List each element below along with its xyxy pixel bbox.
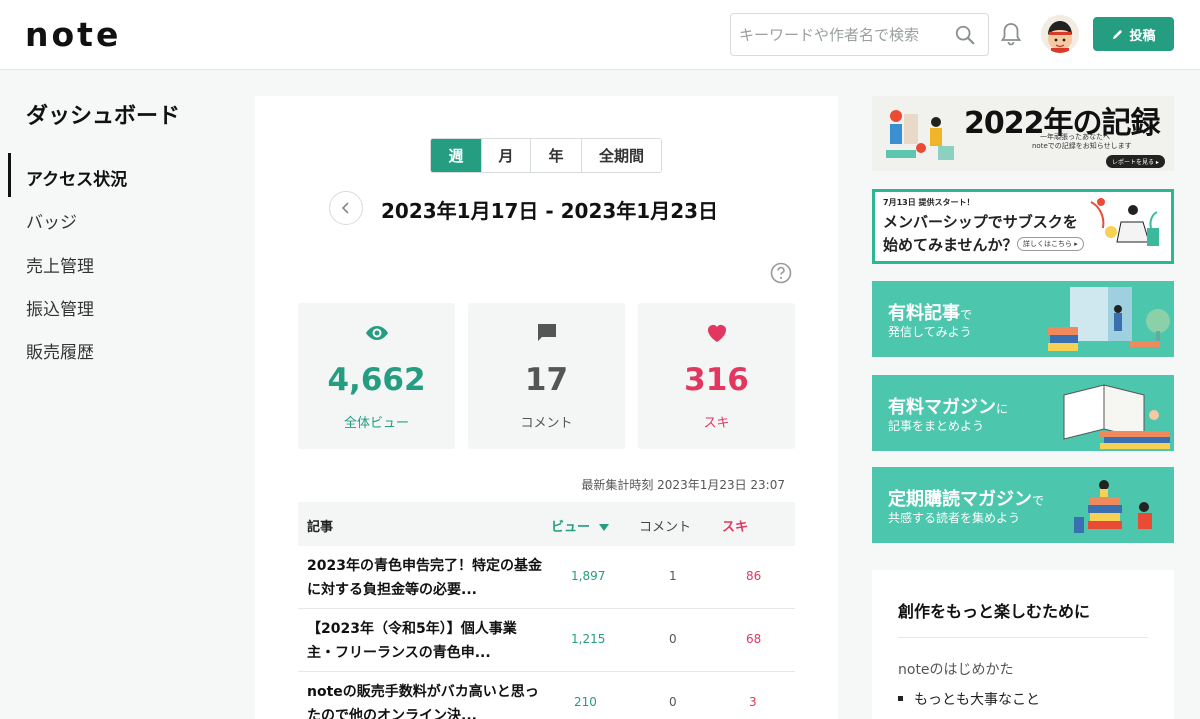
- article-views: 1,897: [571, 569, 606, 583]
- paid-magazine-title: 有料マガジンに: [888, 393, 1008, 419]
- comments-label: コメント: [520, 416, 573, 431]
- people-illustration: [886, 110, 954, 160]
- eye-icon: [365, 326, 388, 340]
- table-row[interactable]: 2023年の青色申告完了！特定の基金に対する負担金等の必要... 1,897 1…: [298, 546, 795, 609]
- books-illustration: [1048, 287, 1170, 351]
- article-comments: 0: [669, 695, 677, 709]
- table-row[interactable]: 【2023年（令和5年）】個人事業主・フリーランスの青色申... 1,215 0…: [298, 609, 795, 672]
- membership-tag: 7月13日 提供スタート！: [883, 198, 975, 207]
- search-box[interactable]: [730, 13, 989, 56]
- previous-period-button[interactable]: [329, 191, 363, 225]
- sidebar-item-sales[interactable]: 売上管理: [26, 252, 94, 277]
- article-title[interactable]: noteの販売手数料がバカ高いと思ったので他のオンライン決...: [307, 680, 542, 719]
- paid-article-banner[interactable]: 有料記事で 発信してみよう: [872, 281, 1174, 357]
- views-label: 全体ビュー: [343, 416, 409, 431]
- views-count: 4,662: [327, 362, 426, 398]
- table-header: 記事 ビュー コメント スキ: [298, 502, 795, 546]
- page-title: ダッシュボード: [26, 104, 181, 129]
- paid-magazine-banner[interactable]: 有料マガジンに 記事をまとめよう: [872, 375, 1174, 451]
- articles-table: 記事 ビュー コメント スキ 2023年の青色申告完了！特定の基金に対する負担金…: [298, 502, 795, 719]
- tab-month[interactable]: 月: [481, 139, 530, 172]
- post-button-label: 投稿: [1129, 28, 1156, 44]
- help-icon[interactable]: [770, 262, 792, 284]
- pencil-icon: [1113, 29, 1123, 39]
- active-indicator: [8, 153, 11, 197]
- record-2022-banner[interactable]: 2022年の記録 一年頑張ったあなたへ noteでの記録をお知らせします レポー…: [872, 96, 1174, 171]
- table-row[interactable]: noteの販売手数料がバカ高いと思ったので他のオンライン決... 210 0 3: [298, 672, 795, 719]
- enjoy-link[interactable]: もっとも大事なこと: [898, 689, 1040, 709]
- paid-article-title-text: 有料記事: [888, 303, 960, 324]
- col-comments[interactable]: コメント: [639, 516, 691, 535]
- search-icon[interactable]: [954, 24, 976, 46]
- readers-illustration: [1074, 480, 1152, 533]
- enjoy-creating-panel: 創作をもっと楽しむために noteのはじめかた もっとも大事なこと: [872, 570, 1174, 719]
- article-comments: 0: [669, 632, 677, 646]
- sidebar-item-badges[interactable]: バッジ: [26, 208, 77, 233]
- user-avatar[interactable]: [1041, 15, 1079, 53]
- article-comments: 1: [669, 569, 677, 583]
- paid-magazine-sub: 記事をまとめよう: [888, 419, 985, 433]
- likes-label: スキ: [703, 416, 730, 431]
- article-likes: 68: [746, 632, 762, 646]
- access-panel: 週 月 年 全期間 2023年1月17日 - 2023年1月23日 4,662 …: [255, 96, 838, 719]
- stat-comments: 17 コメント: [468, 303, 625, 449]
- tab-year[interactable]: 年: [530, 139, 581, 172]
- article-likes: 3: [749, 695, 757, 709]
- updated-time: 最新集計時刻 2023年1月23日 23:07: [581, 478, 785, 492]
- subscription-magazine-sub: 共感する読者を集めよう: [888, 511, 1021, 525]
- divider: [898, 637, 1148, 638]
- sidebar-item-access[interactable]: アクセス状況: [26, 165, 127, 190]
- subscription-magazine-title-text: 定期購読マガジン: [888, 489, 1032, 510]
- paid-magazine-title-text: 有料マガジン: [888, 397, 996, 418]
- subscription-magazine-title: 定期購読マガジンで: [888, 485, 1044, 511]
- open-book-illustration: [1063, 384, 1170, 449]
- article-likes: 86: [746, 569, 762, 583]
- enjoy-title: 創作をもっと楽しむために: [898, 602, 1091, 621]
- paid-article-title: 有料記事で: [888, 299, 972, 325]
- post-button[interactable]: 投稿: [1093, 17, 1174, 51]
- article-views: 210: [574, 695, 597, 709]
- date-range: 2023年1月17日 - 2023年1月23日: [381, 199, 719, 223]
- stat-views: 4,662 全体ビュー: [298, 303, 455, 449]
- col-views[interactable]: ビュー: [551, 516, 609, 535]
- note-logo[interactable]: note: [25, 18, 121, 51]
- subscription-magazine-banner[interactable]: 定期購読マガジンで 共感する読者を集めよう: [872, 467, 1174, 543]
- paid-article-title-suffix: で: [960, 308, 973, 322]
- heart-icon: [707, 325, 726, 342]
- enjoy-section-title: noteのはじめかた: [898, 662, 1014, 678]
- stat-likes: 316 スキ: [638, 303, 795, 449]
- likes-count: 316: [684, 362, 749, 398]
- sort-down-icon: [598, 523, 609, 531]
- period-tabs: 週 月 年 全期間: [430, 138, 662, 173]
- search-input[interactable]: [739, 23, 949, 47]
- tab-week[interactable]: 週: [431, 139, 481, 172]
- record-sub2: noteでの記録をお知らせします: [1032, 142, 1132, 150]
- membership-line1: メンバーシップでサブスクを: [883, 213, 1078, 231]
- comment-icon: [537, 324, 556, 341]
- chevron-left-icon: [341, 202, 349, 214]
- sidebar-item-sales-history[interactable]: 販売履歴: [26, 338, 94, 363]
- top-header: note 投稿: [0, 0, 1200, 70]
- comments-count: 17: [524, 362, 569, 398]
- paid-magazine-title-suffix: に: [996, 402, 1009, 416]
- paid-article-sub: 発信してみよう: [888, 325, 972, 339]
- col-likes[interactable]: スキ: [722, 516, 748, 535]
- subscription-magazine-title-suffix: で: [1032, 494, 1045, 508]
- membership-more-button[interactable]: 詳しくはこちら ▸: [1017, 237, 1084, 251]
- bell-icon[interactable]: [1000, 22, 1022, 46]
- col-views-label: ビュー: [551, 520, 591, 535]
- tab-all-time[interactable]: 全期間: [581, 139, 661, 172]
- sidebar-item-transfers[interactable]: 振込管理: [26, 295, 94, 320]
- article-views: 1,215: [571, 632, 606, 646]
- col-article: 記事: [307, 520, 334, 535]
- article-title[interactable]: 【2023年（令和5年）】個人事業主・フリーランスの青色申...: [307, 617, 542, 665]
- membership-line2: 始めてみませんか？: [883, 236, 1018, 254]
- membership-banner[interactable]: 7月13日 提供スタート！ メンバーシップでサブスクを 始めてみませんか？ 詳し…: [872, 189, 1174, 264]
- record-report-button[interactable]: レポートを見る ▸: [1106, 155, 1165, 168]
- article-title[interactable]: 2023年の青色申告完了！特定の基金に対する負担金等の必要...: [307, 554, 542, 602]
- membership-illustration: [1090, 198, 1159, 246]
